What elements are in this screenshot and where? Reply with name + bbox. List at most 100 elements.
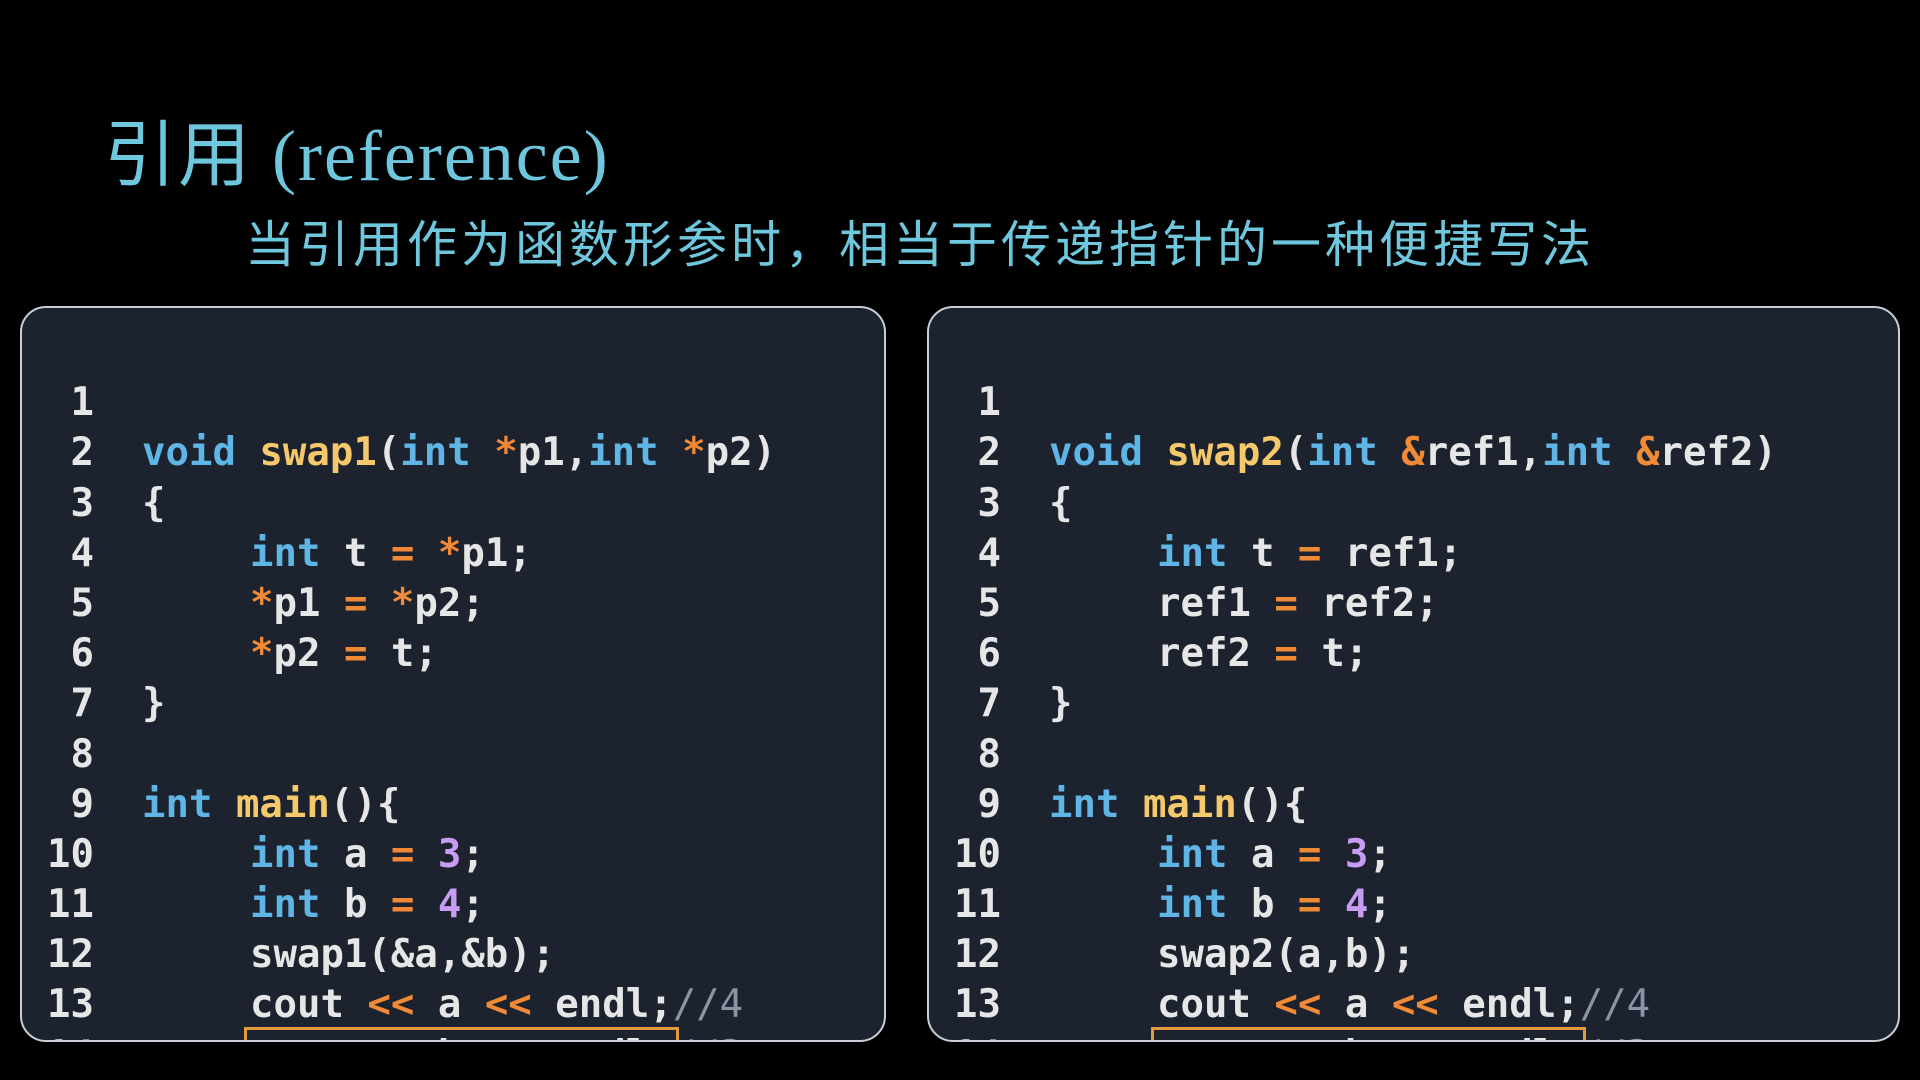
slide-subtitle: 当引用作为函数形参时，相当于传递指针的一种便捷写法 [245,216,1595,274]
token-function: main [235,781,330,827]
code-line-current: 13 cout << b << endl;//3 [22,930,743,1040]
code-text: int t = ref1; [1049,529,1462,579]
code-line: 8 int main(){ [929,679,1308,827]
token-ident: endl [555,1033,649,1040]
token-ident: ref1 [1344,530,1439,576]
token-punct: ; [1556,982,1580,1028]
token-punct: ; [461,882,485,928]
token-punct: ; [461,831,485,877]
token-keyword: int [250,882,321,928]
token-operator: * [437,530,462,576]
code-line: 5 ref2 = t; [929,529,1369,676]
token-punct: ; [649,1033,672,1040]
token-punct: ; [461,580,485,626]
token-operator: = [390,530,415,576]
code-line: 10 int b = 4; [929,780,1392,927]
token-operator: * [390,580,415,626]
token-operator: << [1391,982,1439,1028]
token-ident: p2 [705,430,753,476]
token-ident: t [390,631,415,677]
token-punct: ) [1753,430,1777,476]
token-punct: () [1236,781,1284,827]
token-keyword: int [1157,530,1228,576]
code-line: 14 } [22,980,163,1040]
token-punct: ( [1283,430,1308,476]
token-ident: ref1 [1157,580,1251,626]
code-line: 2 { [22,378,166,525]
code-text: void swap2(int &ref1,int &ref2) [1049,428,1777,478]
token-punct: { [1283,781,1308,827]
code-text: cout << b << endl;//3 [1049,1026,1650,1040]
token-ident: endl [555,982,650,1028]
code-line: 9 int a = 3; [22,730,485,877]
token-punct: ; [649,982,673,1028]
token-operator: = [390,882,415,928]
token-ident: p1 [273,580,321,626]
slide-title: 引用 (reference) [104,116,610,196]
code-text: *p2 = t; [142,629,438,679]
token-operator: << [485,1033,532,1040]
code-text: cout << a << endl;//4 [142,980,743,1030]
token-function: swap1 [259,430,377,476]
token-args: (&a,&b) [367,932,532,978]
token-punct: ; [1368,831,1392,877]
token-operator: * [494,430,518,476]
token-ident: t [1250,530,1275,576]
code-panel-pointer: 1 void swap1(int *p1,int *p2) 2 { 3 int … [20,306,886,1042]
token-ident: b [1345,1033,1368,1040]
token-punct: ; [1438,530,1463,576]
highlight-box: cout << b << endl; [1151,1026,1586,1040]
token-operator: & [1636,430,1660,476]
token-ident: cout [1157,982,1251,1028]
code-line: 6 } [22,579,166,726]
token-keyword: int [588,430,659,476]
code-line: 4 *p1 = *p2; [22,479,485,626]
token-number: 3 [1344,831,1369,877]
code-block-swap1: 1 void swap1(int *p1,int *p2) 2 { 3 int … [22,328,776,1040]
token-operator: * [250,631,274,677]
token-keyword: int [250,831,321,877]
token-ident: a [1250,831,1275,877]
code-line: 9 int a = 3; [929,730,1392,877]
token-punct: , [564,430,589,476]
token-keyword: int [250,530,321,576]
token-ident: p1 [517,430,565,476]
token-operator: * [682,430,706,476]
code-line: 11 swap1(&a,&b); [22,830,555,977]
code-text: *p1 = *p2; [142,579,485,629]
token-punct: ; [414,631,438,677]
code-line-current: 13 cout << b << endl;//3 [929,930,1650,1040]
token-ident: ref1 [1424,430,1519,476]
token-punct: () [329,781,377,827]
line-number: 14 [929,1031,1001,1040]
token-ident: a [343,831,368,877]
token-comment: //4 [672,982,744,1028]
code-line: 7 [22,629,163,726]
token-operator: = [1297,831,1322,877]
code-line: 3 int t = *p1; [22,428,532,576]
code-line: 2 { [929,378,1073,525]
token-ident: cout [1157,1033,1251,1040]
token-operator: = [1274,631,1298,677]
token-punct: ( [376,430,401,476]
token-punct: ; [1556,1033,1579,1040]
token-function: swap2 [1166,430,1284,476]
token-operator: << [1274,982,1322,1028]
token-punct: ; [1344,631,1369,677]
token-ident: ref2 [1659,430,1754,476]
token-keyword: int [1157,831,1228,877]
code-line: 7 [929,629,1070,726]
token-punct: ; [1415,580,1439,626]
token-keyword: int [400,430,471,476]
token-function: main [1142,781,1237,827]
token-punct: ) [752,430,777,476]
token-keyword: int [1307,430,1378,476]
token-operator: = [1297,882,1322,928]
token-operator: & [1401,430,1425,476]
token-comment: //3 [1580,1033,1650,1040]
token-operator: = [1274,580,1298,626]
token-operator: << [1392,1033,1439,1040]
token-punct: ; [531,932,556,978]
code-block-swap2: 1 void swap2(int &ref1,int &ref2) 2 { 3 … [929,328,1777,1040]
code-line: 12 cout << a << endl;//4 [929,880,1650,1027]
